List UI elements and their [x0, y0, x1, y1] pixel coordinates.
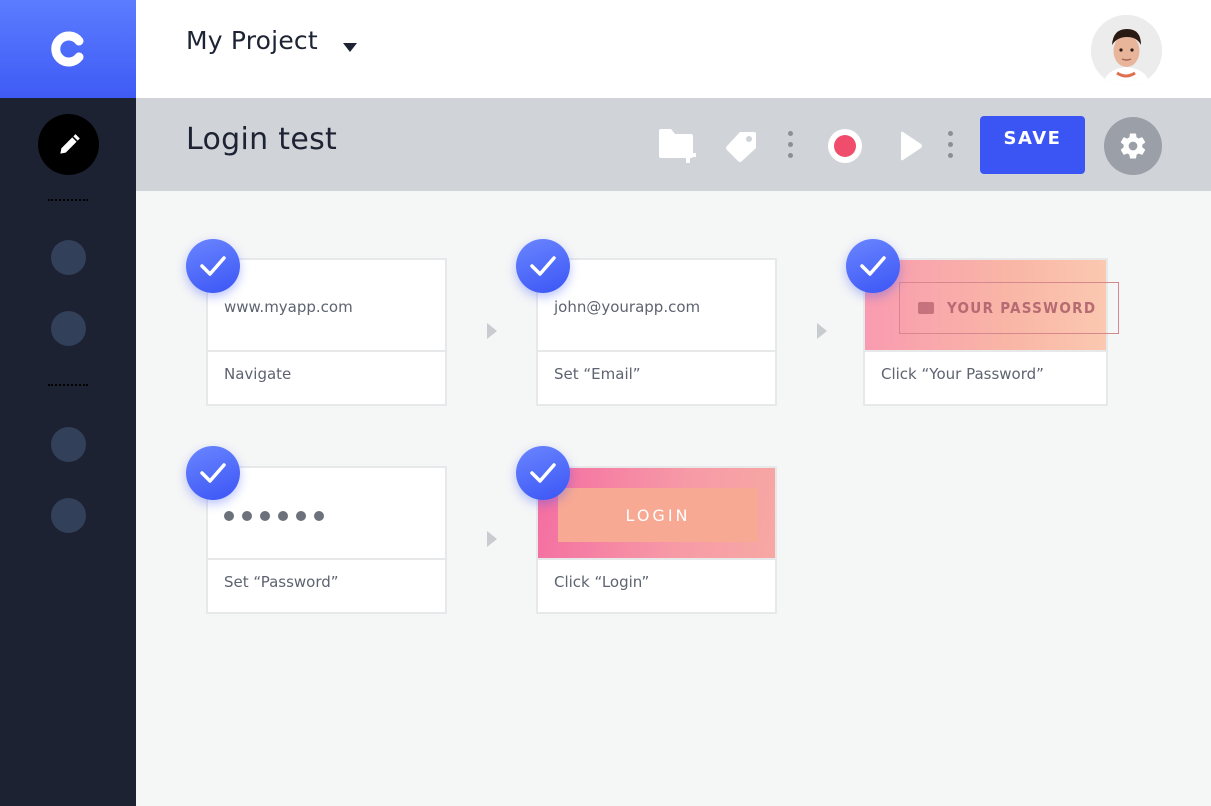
play-icon[interactable] [899, 131, 923, 161]
step-label: Click “Your Password” [881, 365, 1044, 383]
step-preview: john@yourapp.com [538, 260, 775, 352]
step-label: Set “Password” [224, 573, 339, 591]
step-preview-text: LOGIN [558, 488, 758, 542]
sidebar [0, 0, 136, 806]
step-label: Set “Email” [554, 365, 641, 383]
chevron-right-icon [817, 323, 827, 339]
settings-button[interactable] [1104, 117, 1162, 175]
step-card-click-password[interactable]: YOUR PASSWORD Click “Your Password” [863, 258, 1119, 406]
save-button[interactable]: SAVE [980, 116, 1085, 174]
gear-icon [1120, 133, 1146, 159]
check-icon [186, 446, 240, 500]
step-preview: YOUR PASSWORD [865, 260, 1119, 352]
password-field-preview: YOUR PASSWORD [899, 282, 1119, 334]
record-icon [834, 135, 856, 157]
add-folder-icon[interactable] [658, 127, 698, 163]
record-button[interactable] [828, 129, 862, 163]
chevron-down-icon[interactable] [343, 43, 357, 52]
mail-icon [918, 302, 934, 314]
sidebar-divider [48, 199, 88, 202]
step-preview [208, 468, 445, 560]
avatar[interactable] [1091, 15, 1162, 86]
project-title[interactable]: My Project [186, 26, 318, 55]
chevron-right-icon [487, 323, 497, 339]
sidebar-item-4[interactable] [51, 498, 86, 533]
test-title: Login test [186, 122, 338, 157]
top-header: My Project [136, 0, 1211, 98]
check-icon [186, 239, 240, 293]
more-options-icon[interactable] [787, 131, 793, 161]
user-avatar-icon [1091, 15, 1162, 86]
step-preview-text: www.myapp.com [224, 298, 353, 316]
step-card-set-password[interactable]: Set “Password” [206, 466, 447, 614]
edit-button[interactable] [38, 114, 99, 175]
sidebar-item-2[interactable] [51, 311, 86, 346]
step-preview: LOGIN [538, 468, 775, 560]
step-label: Navigate [224, 365, 292, 383]
test-toolbar: Login test SAVE [136, 98, 1211, 191]
pencil-icon [59, 133, 80, 154]
step-preview-text: john@yourapp.com [554, 298, 701, 316]
step-preview-text: YOUR PASSWORD [947, 299, 1097, 317]
password-dots [224, 511, 324, 521]
sidebar-item-1[interactable] [51, 240, 86, 275]
step-preview: www.myapp.com [208, 260, 445, 352]
tag-icon[interactable] [726, 130, 758, 162]
chevron-right-icon [487, 531, 497, 547]
step-label: Click “Login” [554, 573, 650, 591]
app-logo[interactable] [0, 0, 136, 98]
check-icon [846, 239, 900, 293]
step-card-set-email[interactable]: john@yourapp.com Set “Email” [536, 258, 777, 406]
sidebar-item-3[interactable] [51, 427, 86, 462]
sidebar-divider [48, 384, 88, 387]
check-icon [516, 239, 570, 293]
more-options-icon[interactable] [947, 131, 953, 161]
logo-c-icon [51, 31, 84, 67]
step-card-navigate[interactable]: www.myapp.com Navigate [206, 258, 447, 406]
check-icon [516, 446, 570, 500]
step-card-click-login[interactable]: LOGIN Click “Login” [536, 466, 777, 614]
